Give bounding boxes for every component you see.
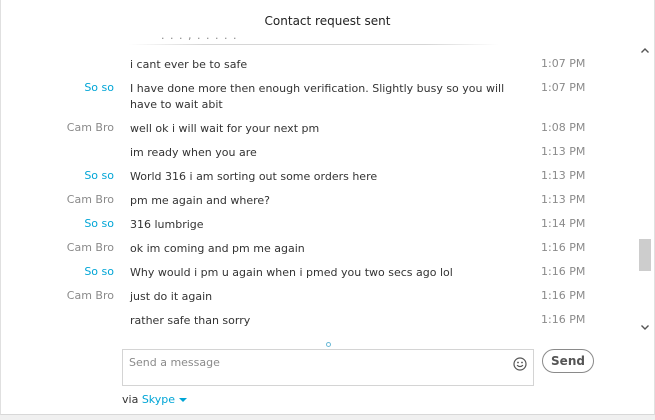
message-list: i cant ever be to safe 1:07 PM So so I have… <box>1 53 633 333</box>
message-sender: Cam Bro <box>66 241 114 254</box>
message-scrollbar[interactable] <box>637 46 653 338</box>
message-text: Why would i pm u again when i pmed you t… <box>130 266 453 279</box>
message-row: Cam Bro just do it again 1:16 PM <box>1 285 633 309</box>
caret-down-icon[interactable] <box>179 398 188 402</box>
message-sender: So so <box>84 217 114 230</box>
via-service-selector: via Skype <box>122 393 188 406</box>
message-sender: Cam Bro <box>66 289 114 302</box>
message-text: im ready when you are <box>130 146 257 159</box>
typing-indicator-dot <box>326 342 331 347</box>
message-timestamp: 1:13 PM <box>541 193 586 206</box>
message-row: So so World 316 i am sorting out some ord… <box>1 165 633 189</box>
conversation-window: Contact request sent . . . , . . . . . i… <box>0 0 655 415</box>
chevron-up-icon[interactable] <box>637 46 653 62</box>
message-sender: Cam Bro <box>66 121 114 134</box>
message-sender: So so <box>84 265 114 278</box>
message-timestamp: 1:07 PM <box>541 81 586 94</box>
message-row: Cam Bro ok im coming and pm me again 1:16 … <box>1 237 633 261</box>
message-timestamp: 1:16 PM <box>541 241 586 254</box>
message-sender: So so <box>84 169 114 182</box>
chevron-down-icon[interactable] <box>637 322 653 338</box>
message-compose-box[interactable] <box>122 349 534 386</box>
page-title: Contact request sent <box>264 14 391 28</box>
clipped-message-text: . . . , . . . . . <box>161 36 301 44</box>
message-text: I have done more then enough verificatio… <box>130 82 505 111</box>
message-text: just do it again <box>130 290 213 303</box>
send-button[interactable]: Send <box>542 349 594 373</box>
message-text: well ok i will wait for your next pm <box>130 122 320 135</box>
message-row: So so I have done more then enough verifi… <box>1 77 633 117</box>
message-row: Cam Bro well ok i will wait for your next… <box>1 117 633 141</box>
window-bottom-edge <box>0 415 655 420</box>
via-prefix: via <box>122 393 139 406</box>
message-text: pm me again and where? <box>130 194 270 207</box>
smiley-icon[interactable] <box>513 356 527 371</box>
service-dropdown[interactable]: Skype <box>142 393 188 406</box>
message-timestamp: 1:08 PM <box>541 121 586 134</box>
message-row: So so 316 lumbrige 1:14 PM <box>1 213 633 237</box>
message-row: i cant ever be to safe 1:07 PM <box>1 53 633 77</box>
message-timestamp: 1:14 PM <box>541 217 586 230</box>
message-text: i cant ever be to safe <box>130 58 248 71</box>
scrollbar-thumb[interactable] <box>639 239 651 271</box>
header-divider <box>129 44 499 45</box>
message-row: im ready when you are 1:13 PM <box>1 141 633 165</box>
message-row: rather safe than sorry 1:16 PM <box>1 309 633 333</box>
message-timestamp: 1:16 PM <box>541 289 586 302</box>
message-input[interactable] <box>129 353 499 371</box>
message-timestamp: 1:16 PM <box>541 313 586 326</box>
message-timestamp: 1:13 PM <box>541 145 586 158</box>
message-row: So so Why would i pm u again when i pmed … <box>1 261 633 285</box>
message-text: rather safe than sorry <box>130 314 251 327</box>
message-timestamp: 1:07 PM <box>541 57 586 70</box>
message-sender: So so <box>84 81 114 94</box>
message-timestamp: 1:16 PM <box>541 265 586 278</box>
message-sender: Cam Bro <box>66 193 114 206</box>
message-timestamp: 1:13 PM <box>541 169 586 182</box>
service-name[interactable]: Skype <box>142 393 175 406</box>
message-text: ok im coming and pm me again <box>130 242 305 255</box>
message-text: World 316 i am sorting out some orders h… <box>130 170 378 183</box>
conversation-header: Contact request sent . . . , . . . . . <box>1 0 654 45</box>
message-row: Cam Bro pm me again and where? 1:13 PM <box>1 189 633 213</box>
message-text: 316 lumbrige <box>130 218 204 231</box>
